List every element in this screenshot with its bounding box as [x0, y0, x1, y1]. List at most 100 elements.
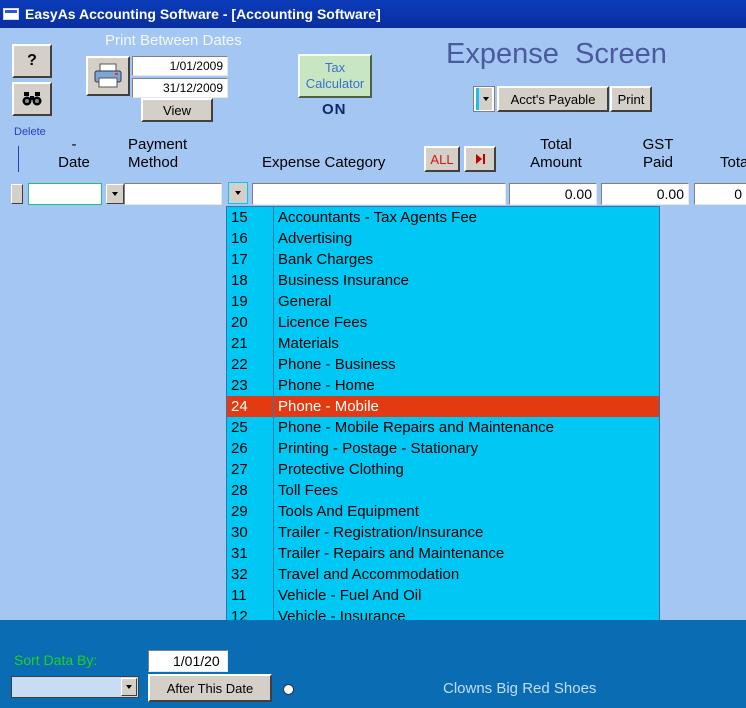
category-code: 32: [231, 566, 248, 583]
tax-calculator-button[interactable]: Tax Calculator: [298, 54, 372, 98]
category-list-item[interactable]: 16 Advertising: [227, 228, 659, 249]
category-code: 22: [231, 356, 248, 373]
payment-method-input[interactable]: [124, 183, 222, 205]
category-name: Phone - Mobile Repairs and Maintenance: [278, 419, 554, 436]
binoculars-icon: [22, 92, 42, 106]
column-separator: [273, 249, 274, 270]
category-list-item[interactable]: 32 Travel and Accommodation: [227, 564, 659, 585]
app-window-icon: [3, 8, 19, 20]
view-button[interactable]: View: [141, 98, 213, 122]
gst-paid-input[interactable]: 0.00: [601, 183, 689, 205]
category-name: Bank Charges: [278, 251, 374, 268]
column-separator: [273, 333, 274, 354]
expense-category-input[interactable]: [252, 183, 506, 205]
category-list-item[interactable]: 17 Bank Charges: [227, 249, 659, 270]
category-list-item[interactable]: 27 Protective Clothing: [227, 459, 659, 480]
category-list-item[interactable]: 23 Phone - Home: [227, 375, 659, 396]
company-name: Clowns Big Red Shoes: [443, 680, 597, 697]
print-between-label: Print Between Dates: [105, 32, 242, 49]
category-code: 26: [231, 440, 248, 457]
column-separator: [273, 438, 274, 459]
category-code: 25: [231, 419, 248, 436]
category-list-item[interactable]: 19 General: [227, 291, 659, 312]
column-separator: [273, 564, 274, 585]
category-list-item[interactable]: 22 Phone - Business: [227, 354, 659, 375]
category-code: 15: [231, 209, 248, 226]
after-date-radio[interactable]: [283, 684, 294, 695]
category-list-item[interactable]: 11 Vehicle - Fuel And Oil: [227, 585, 659, 606]
help-button[interactable]: ?: [12, 44, 52, 78]
category-list-item[interactable]: 21 Materials: [227, 333, 659, 354]
payable-dropdown[interactable]: [473, 86, 495, 112]
chevron-down-icon: [126, 685, 132, 689]
payment-method-header: Payment Method: [128, 136, 198, 172]
print-button[interactable]: Print: [610, 86, 652, 112]
category-list-item[interactable]: 31 Trailer - Repairs and Maintenance: [227, 543, 659, 564]
category-name: Printing - Postage - Stationary: [278, 440, 479, 457]
category-list-item[interactable]: 26 Printing - Postage - Stationary: [227, 438, 659, 459]
category-name: Licence Fees: [278, 314, 368, 331]
sort-dropdown[interactable]: [11, 676, 139, 698]
find-button[interactable]: [12, 82, 52, 116]
category-list-item[interactable]: 30 Trailer - Registration/Insurance: [227, 522, 659, 543]
expense-category-list[interactable]: 15 Accountants - Tax Agents Fee 16 Advertis…: [226, 206, 660, 669]
sort-dropdown-arrow: [121, 678, 137, 696]
payment-method-dropdown[interactable]: [106, 184, 124, 204]
total-amount-header: Total Amount: [524, 136, 588, 172]
after-this-date-button[interactable]: After This Date: [148, 674, 272, 702]
category-code: 27: [231, 461, 248, 478]
delete-label: Delete: [14, 126, 46, 138]
category-code: 28: [231, 482, 248, 499]
gst-header-label: Paid: [642, 154, 674, 171]
category-code: 23: [231, 377, 248, 394]
date-to-field[interactable]: 31/12/2009: [132, 78, 228, 98]
category-code: 24: [231, 398, 248, 415]
column-separator: [273, 375, 274, 396]
category-code: 29: [231, 503, 248, 520]
payment-header-top: Payment: [128, 136, 188, 153]
category-list-item[interactable]: 15 Accountants - Tax Agents Fee: [227, 207, 659, 228]
category-name: Phone - Home: [278, 377, 375, 394]
all-button[interactable]: ALL: [424, 146, 460, 172]
record-selector[interactable]: [11, 184, 23, 204]
date-input[interactable]: [28, 183, 102, 205]
category-name: Tools And Equipment: [278, 503, 419, 520]
category-name: Advertising: [278, 230, 353, 247]
tota-header: Tota: [720, 154, 746, 171]
category-list-item[interactable]: 28 Toll Fees: [227, 480, 659, 501]
tax-status: ON: [322, 101, 347, 118]
screen-title: Expense Screen: [446, 38, 667, 70]
category-code: 31: [231, 545, 248, 562]
category-name: Accountants - Tax Agents Fee: [278, 209, 478, 226]
next-record-button[interactable]: [464, 146, 496, 172]
category-name: Travel and Accommodation: [278, 566, 460, 583]
accts-payable-button[interactable]: Acct's Payable: [497, 86, 609, 112]
column-separator: [273, 207, 274, 228]
category-list-item[interactable]: 18 Business Insurance: [227, 270, 659, 291]
category-code: 21: [231, 335, 248, 352]
expense-category-dropdown[interactable]: [228, 182, 248, 204]
category-list-item[interactable]: 29 Tools And Equipment: [227, 501, 659, 522]
payment-header-label: Method: [128, 154, 179, 171]
printer-icon: [94, 63, 122, 88]
date-from-field[interactable]: 1/01/2009: [132, 56, 228, 76]
tota-input[interactable]: 0: [694, 183, 746, 205]
total-amount-input[interactable]: 0.00: [509, 183, 597, 205]
column-separator: [273, 396, 274, 417]
category-name: Vehicle - Fuel And Oil: [278, 587, 422, 604]
category-list-item[interactable]: 24 Phone - Mobile: [227, 396, 659, 417]
title-bar: EasyAs Accounting Software - [Accounting…: [0, 0, 746, 28]
gst-header-top: GST: [642, 136, 674, 153]
payable-dropdown-arrow: [476, 88, 492, 110]
question-mark-icon: ?: [27, 52, 37, 69]
sort-date-field[interactable]: 1/01/20: [148, 650, 228, 672]
print-dates-button[interactable]: [86, 56, 130, 96]
category-name: Protective Clothing: [278, 461, 404, 478]
delete-divider: [18, 146, 19, 172]
column-separator: [273, 543, 274, 564]
column-separator: [273, 354, 274, 375]
chevron-down-icon: [482, 97, 489, 101]
category-list-item[interactable]: 25 Phone - Mobile Repairs and Maintenance: [227, 417, 659, 438]
category-list-item[interactable]: 20 Licence Fees: [227, 312, 659, 333]
gst-paid-header: GST Paid: [630, 136, 686, 172]
